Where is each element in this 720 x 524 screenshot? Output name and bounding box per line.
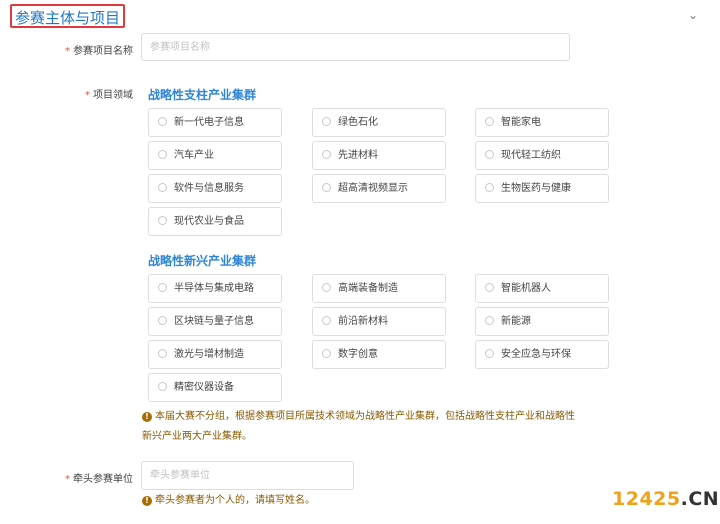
option-radio[interactable]: 数字创意 <box>312 340 446 369</box>
option-radio[interactable]: 区块链与量子信息 <box>148 307 282 336</box>
radio-icon <box>485 283 494 292</box>
radio-icon <box>322 349 331 358</box>
option-label: 精密仪器设备 <box>174 382 234 393</box>
option-radio[interactable]: 新能源 <box>475 307 609 336</box>
option-radio[interactable]: 半导体与集成电路 <box>148 274 282 303</box>
option-label: 先进材料 <box>338 150 378 161</box>
option-radio[interactable]: 绿色石化 <box>312 108 446 137</box>
radio-icon <box>485 349 494 358</box>
required-mark: * <box>65 46 70 57</box>
option-label: 新能源 <box>501 316 531 327</box>
project-name-input[interactable] <box>141 33 570 61</box>
option-label: 超高清视频显示 <box>338 183 408 194</box>
option-radio[interactable]: 软件与信息服务 <box>148 174 282 203</box>
option-label: 数字创意 <box>338 349 378 360</box>
group-title-emerging: 战略性新兴产业集群 <box>148 254 257 268</box>
radio-icon <box>158 283 167 292</box>
option-radio[interactable]: 先进材料 <box>312 141 446 170</box>
radio-icon <box>158 349 167 358</box>
option-label: 区块链与量子信息 <box>174 316 254 327</box>
lead-unit-note: ! 牵头参赛者为个人的，请填写姓名。 <box>142 491 315 511</box>
chevron-down-icon[interactable]: ⌄ <box>686 8 700 22</box>
project-field-label: * 项目领域 <box>40 86 133 101</box>
option-label: 绿色石化 <box>338 117 378 128</box>
project-name-label-text: 参赛项目名称 <box>73 46 133 57</box>
option-label: 高端装备制造 <box>338 283 398 294</box>
option-radio[interactable]: 激光与增材制造 <box>148 340 282 369</box>
radio-icon <box>158 316 167 325</box>
watermark-part-1: 12425 <box>612 488 681 510</box>
radio-icon <box>485 150 494 159</box>
note-line-1: 本届大赛不分组，根据参赛项目所属技术领域为战略性产业集群，包括战略性支柱产业和战… <box>155 411 575 422</box>
option-radio[interactable]: 前沿新材料 <box>312 307 446 336</box>
watermark-part-2: .CN <box>680 488 720 510</box>
group-title-pillar: 战略性支柱产业集群 <box>148 88 257 102</box>
lead-unit-label: * 牵头参赛单位 <box>40 470 133 485</box>
option-label: 现代农业与食品 <box>174 216 244 227</box>
project-field-note: ! 本届大赛不分组，根据参赛项目所属技术领域为战略性产业集群，包括战略性支柱产业和… <box>142 407 592 447</box>
option-radio[interactable]: 现代轻工纺织 <box>475 141 609 170</box>
option-radio[interactable]: 新一代电子信息 <box>148 108 282 137</box>
option-radio[interactable]: 高端装备制造 <box>312 274 446 303</box>
option-label: 激光与增材制造 <box>174 349 244 360</box>
lead-unit-note-text: 牵头参赛者为个人的，请填写姓名。 <box>155 495 315 506</box>
radio-icon <box>158 382 167 391</box>
radio-icon <box>322 316 331 325</box>
lead-unit-label-text: 牵头参赛单位 <box>73 474 133 485</box>
radio-icon <box>158 150 167 159</box>
option-radio[interactable]: 汽车产业 <box>148 141 282 170</box>
radio-icon <box>158 216 167 225</box>
section-title: 参赛主体与项目 <box>10 4 126 28</box>
option-radio[interactable]: 现代农业与食品 <box>148 207 282 236</box>
option-label: 安全应急与环保 <box>501 349 571 360</box>
note-line-2: 新兴产业两大产业集群。 <box>142 431 252 442</box>
option-label: 汽车产业 <box>174 150 214 161</box>
radio-icon <box>485 316 494 325</box>
option-label: 新一代电子信息 <box>174 117 244 128</box>
option-radio[interactable]: 生物医药与健康 <box>475 174 609 203</box>
option-radio[interactable]: 智能家电 <box>475 108 609 137</box>
radio-icon <box>322 117 331 126</box>
radio-icon <box>485 117 494 126</box>
radio-icon <box>158 117 167 126</box>
radio-icon <box>158 183 167 192</box>
option-radio[interactable]: 超高清视频显示 <box>312 174 446 203</box>
warning-icon: ! <box>142 496 152 506</box>
option-label: 前沿新材料 <box>338 316 388 327</box>
option-label: 软件与信息服务 <box>174 183 244 194</box>
project-name-label: * 参赛项目名称 <box>40 42 133 57</box>
option-radio[interactable]: 智能机器人 <box>475 274 609 303</box>
project-field-label-text: 项目领域 <box>93 90 133 101</box>
radio-icon <box>322 183 331 192</box>
option-radio[interactable]: 精密仪器设备 <box>148 373 282 402</box>
radio-icon <box>322 150 331 159</box>
option-radio[interactable]: 安全应急与环保 <box>475 340 609 369</box>
option-label: 生物医药与健康 <box>501 183 571 194</box>
option-label: 半导体与集成电路 <box>174 283 254 294</box>
watermark-logo: 12425.CN <box>612 488 719 510</box>
radio-icon <box>322 283 331 292</box>
required-mark: * <box>85 90 90 101</box>
warning-icon: ! <box>142 412 152 422</box>
lead-unit-input[interactable] <box>141 461 354 490</box>
radio-icon <box>485 183 494 192</box>
option-label: 智能家电 <box>501 117 541 128</box>
required-mark: * <box>65 474 70 485</box>
option-label: 智能机器人 <box>501 283 551 294</box>
option-label: 现代轻工纺织 <box>501 150 561 161</box>
